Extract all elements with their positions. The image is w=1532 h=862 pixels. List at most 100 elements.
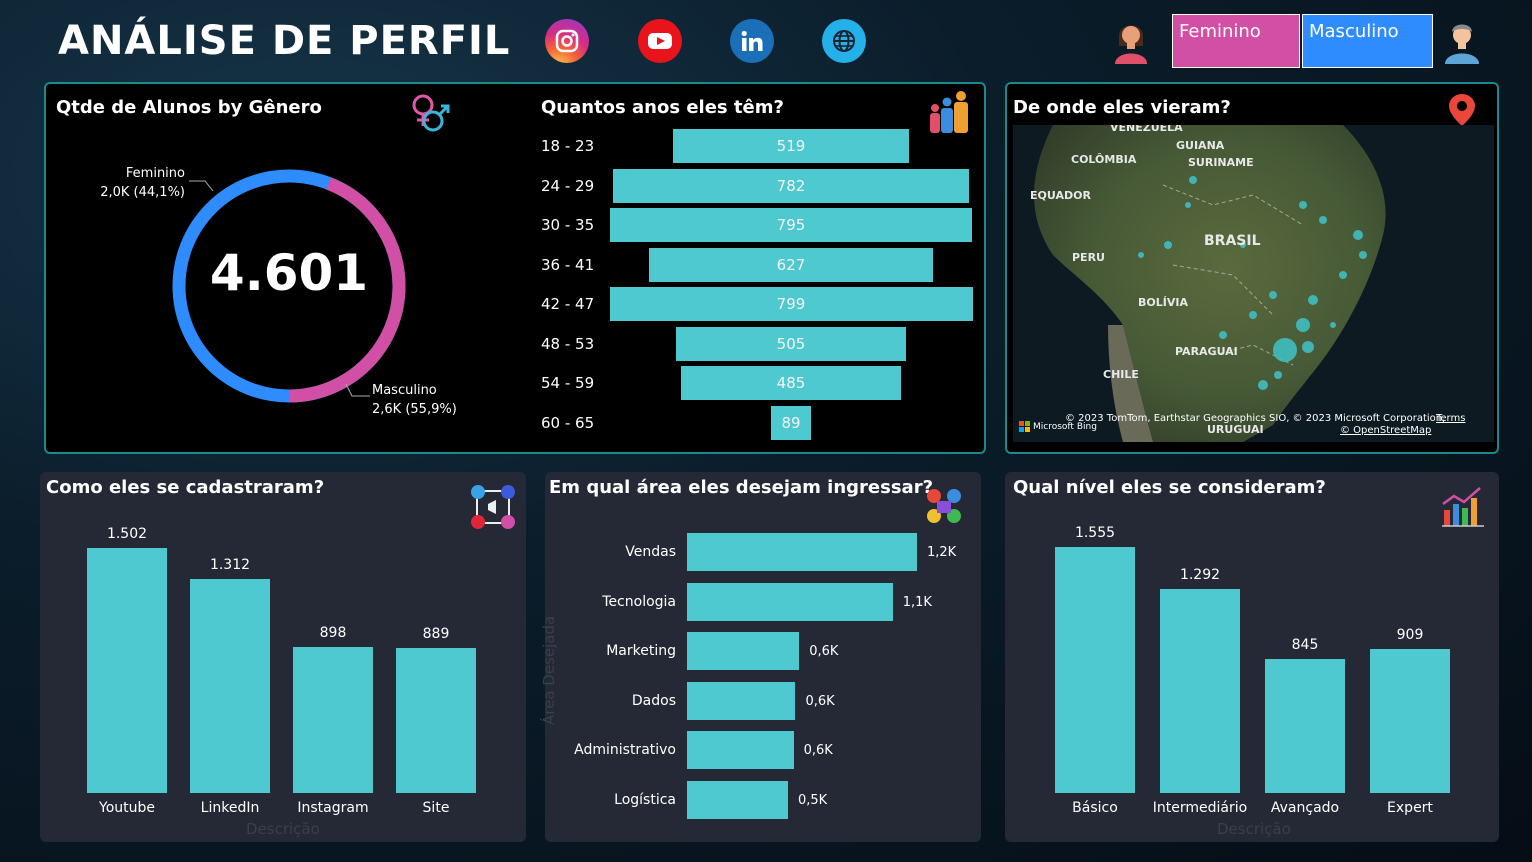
location-pin-icon — [1446, 92, 1478, 128]
bar-value-label: 909 — [1396, 627, 1424, 644]
donut-value-masculino: 2,6K (55,9%) — [372, 402, 457, 417]
donut-value-feminino: 2,0K (44,1%) — [100, 185, 185, 200]
area-chart-title: Em qual área eles desejam ingressar? — [549, 477, 934, 498]
bar-value-label: 1.502 — [106, 526, 148, 542]
map-label-suriname: SURINAME — [1188, 156, 1254, 169]
area-axis-ghost: Área Desejada — [540, 615, 558, 725]
growth-chart-icon — [1440, 484, 1486, 528]
age-bar[interactable]: 89 — [770, 405, 812, 440]
female-avatar-icon — [1110, 16, 1152, 64]
level-bar[interactable] — [1370, 649, 1450, 793]
map-label-paraguai: PARAGUAI — [1175, 345, 1238, 358]
linkedin-icon[interactable] — [730, 19, 774, 63]
age-bar[interactable]: 782 — [613, 168, 969, 203]
area-bar[interactable] — [687, 582, 893, 621]
signup-bar[interactable] — [293, 646, 373, 793]
bar-category-label: Youtube — [99, 800, 155, 816]
signup-bar[interactable] — [190, 578, 270, 793]
age-range-label: 24 - 29 — [541, 176, 595, 195]
puzzle-team-icon — [920, 484, 968, 530]
area-value-label: 1,2K — [927, 545, 957, 560]
age-range-label: 18 - 23 — [541, 137, 595, 155]
map-title: De onde eles vieram? — [1013, 97, 1231, 118]
map-osm-link[interactable]: © OpenStreetMap — [1340, 425, 1431, 436]
bar-value-label: 1.312 — [209, 556, 251, 573]
area-value-label: 0,6K — [805, 693, 835, 709]
page-title: ANÁLISE DE PERFIL — [58, 18, 511, 64]
map-label-peru: PERU — [1072, 251, 1105, 264]
area-bar[interactable] — [687, 632, 800, 670]
area-bar[interactable] — [687, 780, 788, 819]
level-bar[interactable] — [1055, 547, 1135, 793]
male-avatar-icon — [1440, 16, 1484, 64]
level-bar[interactable] — [1160, 588, 1240, 793]
bar-category-label: Avançado — [1270, 800, 1340, 816]
instagram-icon[interactable] — [545, 19, 589, 63]
signup-bar[interactable] — [396, 647, 476, 793]
age-range-label: 30 - 35 — [541, 216, 595, 234]
bar-value-label: 889 — [422, 625, 450, 642]
age-bar[interactable]: 627 — [648, 247, 934, 282]
map-label-equador: EQUADOR — [1030, 189, 1091, 202]
level-chart-title: Qual nível eles se consideram? — [1013, 477, 1326, 498]
age-bar[interactable]: 485 — [680, 366, 902, 400]
family-icon — [925, 86, 975, 136]
area-value-label: 0,6K — [803, 743, 833, 758]
area-category-label: Dados — [631, 692, 676, 709]
area-category-label: Tecnologia — [602, 593, 676, 610]
area-category-label: Administrativo — [574, 742, 676, 758]
map-label-uruguai: URUGUAI — [1207, 423, 1264, 436]
level-bar[interactable] — [1265, 659, 1345, 793]
bar-category-label: Intermediário — [1152, 800, 1248, 816]
age-chart-title: Quantos anos eles têm? — [541, 97, 784, 118]
bar-value-label: 1.555 — [1074, 525, 1116, 541]
bar-category-label: Básico — [1072, 800, 1118, 816]
area-bar[interactable] — [687, 731, 794, 769]
bar-category-label: LinkedIn — [200, 800, 260, 816]
bar-category-label: Expert — [1387, 800, 1433, 816]
microsoft-logo-icon — [1019, 421, 1030, 432]
age-bar[interactable]: 505 — [676, 326, 906, 361]
bar-value-label: 898 — [319, 624, 347, 641]
signup-axis-ghost: Descrição — [246, 820, 320, 838]
signup-bar[interactable] — [87, 548, 167, 793]
area-value-label: 0,5K — [797, 792, 828, 808]
age-range-label: 48 - 53 — [541, 334, 595, 353]
age-range-label: 54 - 59 — [541, 374, 595, 392]
area-value-label: 1,1K — [902, 594, 932, 610]
area-bar[interactable] — [687, 681, 796, 720]
donut-label-masculino: Masculino — [372, 383, 437, 398]
signup-chart-title: Como eles se cadastraram? — [46, 477, 325, 498]
globe-icon[interactable] — [822, 19, 866, 63]
total-students-value: 4.601 — [209, 244, 369, 302]
area-bar[interactable] — [687, 533, 917, 571]
area-value-label: 0,6K — [809, 644, 839, 659]
youtube-icon[interactable] — [638, 19, 682, 63]
level-axis-ghost: Descrição — [1217, 820, 1291, 838]
age-bar[interactable]: 519 — [673, 129, 909, 163]
map-label-colombia: COLÔMBIA — [1071, 153, 1137, 166]
donut-leader-feminino — [189, 180, 214, 192]
map-label-chile: CHILE — [1103, 368, 1139, 381]
bar-category-label: Site — [422, 800, 450, 816]
social-media-icon — [468, 482, 518, 532]
age-range-label: 60 - 65 — [541, 413, 595, 432]
map-label-bolivia: BOLÍVIA — [1138, 296, 1188, 309]
gender-symbols-icon — [405, 90, 455, 138]
area-category-label: Marketing — [606, 643, 676, 659]
slicer-masculino[interactable]: Masculino — [1302, 14, 1433, 68]
area-category-label: Logística — [614, 791, 676, 808]
bar-value-label: 845 — [1291, 637, 1319, 654]
age-bar[interactable]: 795 — [610, 208, 972, 242]
slicer-feminino[interactable]: Feminino — [1172, 14, 1300, 68]
age-bar[interactable]: 799 — [609, 287, 973, 321]
map-label-guiana: GUIANA — [1176, 139, 1225, 152]
map-terms-link[interactable]: Terms — [1436, 413, 1465, 424]
bar-category-label: Instagram — [297, 800, 369, 816]
map-area[interactable]: VENEZUELA GUIANA COLÔMBIA SURINAME EQUAD… — [1013, 125, 1494, 442]
gender-chart-title: Qtde de Alunos by Gênero — [56, 97, 322, 118]
map-copyright: © 2023 TomTom, Earthstar Geographics SIO… — [1065, 413, 1446, 424]
donut-leader-masculino — [345, 383, 370, 397]
map-label-venezuela: VENEZUELA — [1110, 125, 1183, 134]
bar-value-label: 1.292 — [1179, 566, 1221, 583]
